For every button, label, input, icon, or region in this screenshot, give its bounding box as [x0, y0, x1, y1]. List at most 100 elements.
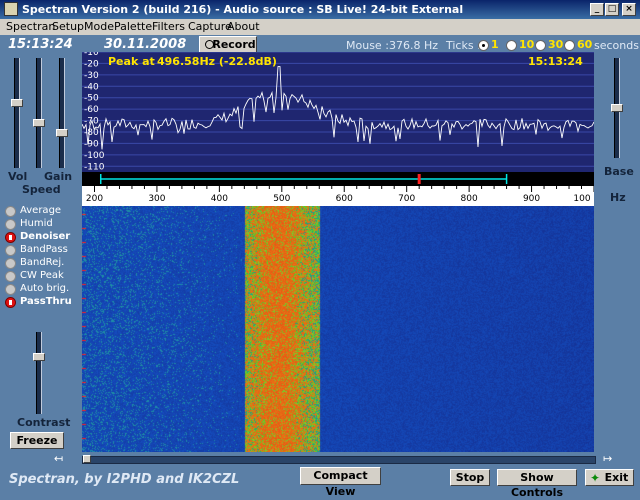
app-icon[interactable]: [4, 2, 18, 16]
mouse-label: Mouse :: [346, 39, 389, 52]
db-tick-label: -90: [84, 139, 99, 149]
ticks-radio-60[interactable]: [564, 40, 575, 51]
spectrum-plot: -10-20-30-40-50-60-70-80-90-100-110: [82, 52, 594, 172]
base-label: Base: [604, 165, 634, 178]
menu-mode[interactable]: Mode: [84, 20, 114, 33]
filter-item[interactable]: Humid: [5, 218, 77, 230]
freq-tick-label: 100: [573, 194, 590, 204]
freq-tick-label: 400: [211, 194, 228, 204]
filter-item[interactable]: BandRej.: [5, 257, 77, 269]
scroll-right-icon[interactable]: ↦: [603, 453, 615, 464]
hz-label: Hz: [610, 191, 626, 204]
vol-label: Vol: [8, 170, 28, 183]
menu-bar: Spectran Setup Mode Palette Filters Capt…: [0, 19, 640, 35]
frequency-ruler-scale: 200 300 400 500 600 700 800 900 100: [86, 186, 594, 204]
title-bar: Spectran Version 2 (build 216) - Audio s…: [0, 0, 640, 19]
compact-view-button[interactable]: Compact View: [300, 467, 381, 498]
maximize-button[interactable]: □: [605, 3, 619, 16]
exit-label: Exit: [604, 471, 629, 484]
filter-toggle-icon[interactable]: [5, 206, 16, 217]
filter-toggle-icon[interactable]: [5, 271, 16, 282]
filter-label: Denoiser: [20, 231, 71, 242]
frequency-ruler: 200 300 400 500 600 700 800 900 100: [82, 186, 594, 206]
filter-band-bar[interactable]: [82, 172, 594, 186]
clock-time: 15:13:24: [8, 37, 73, 52]
credit-text: Spectran, by I2PHD and IK2CZL: [9, 472, 240, 487]
record-label: Record: [212, 38, 256, 51]
freq-tick-label: 500: [273, 194, 290, 204]
filter-item[interactable]: Average: [5, 205, 77, 217]
base-slider-thumb[interactable]: [611, 104, 623, 112]
filter-toggle-icon[interactable]: [5, 258, 16, 269]
ticks-radio-10[interactable]: [506, 40, 517, 51]
ticks-option-30: 30: [548, 38, 564, 51]
menu-spectran[interactable]: Spectran: [6, 20, 55, 33]
filter-label: BandPass: [20, 244, 68, 255]
db-tick-label: -110: [84, 162, 105, 172]
filter-label: Humid: [20, 218, 53, 229]
vol-slider-thumb[interactable]: [11, 98, 23, 107]
menu-capture[interactable]: Capture: [188, 20, 232, 33]
ticks-option-1: 1: [491, 38, 499, 51]
speed-label: Speed: [22, 183, 61, 196]
peak-value: 496.58Hz (-22.8dB): [157, 55, 277, 68]
gain-slider-thumb[interactable]: [33, 119, 45, 128]
db-tick-label: -100: [84, 151, 105, 161]
db-tick-label: -60: [84, 105, 99, 115]
gain-slider-track[interactable]: [36, 58, 42, 168]
menu-palette[interactable]: Palette: [114, 20, 152, 33]
filter-toggle-icon[interactable]: [5, 297, 16, 308]
contrast-slider-thumb[interactable]: [33, 352, 45, 361]
peak-label: Peak at: [108, 55, 155, 68]
show-controls-button[interactable]: Show Controls: [497, 469, 577, 499]
close-button[interactable]: ×: [622, 3, 636, 16]
waterfall-canvas: [82, 206, 594, 452]
ticks-option-10: 10: [519, 38, 535, 51]
filter-item[interactable]: Denoiser: [5, 231, 77, 243]
filter-band-plot: [99, 174, 508, 184]
filter-item[interactable]: CW Peak: [5, 270, 77, 282]
freq-tick-label: 700: [398, 194, 415, 204]
freq-tick-label: 600: [336, 194, 353, 204]
record-icon: [205, 40, 214, 49]
filter-toggle-icon[interactable]: [5, 245, 16, 256]
filter-toggle-icon[interactable]: [5, 219, 16, 230]
filter-item[interactable]: PassThru: [5, 296, 77, 308]
filter-toggle-icon[interactable]: [5, 232, 16, 243]
gain-label: Gain: [44, 170, 73, 183]
exit-button[interactable]: ✦ Exit: [585, 469, 634, 486]
stop-button[interactable]: Stop: [450, 469, 490, 486]
speed-slider-track[interactable]: [59, 58, 65, 168]
minimize-button[interactable]: _: [590, 3, 604, 16]
db-tick-label: -50: [84, 94, 99, 104]
speed-slider-thumb[interactable]: [56, 129, 68, 138]
filter-item[interactable]: BandPass: [5, 244, 77, 256]
contrast-slider-track[interactable]: [36, 332, 42, 414]
menu-setup[interactable]: Setup: [52, 20, 84, 33]
menu-filters[interactable]: Filters: [152, 20, 185, 33]
ticks-radio-1[interactable]: [478, 40, 489, 51]
filter-item[interactable]: Auto brig.: [5, 283, 77, 295]
freq-tick-label: 800: [461, 194, 478, 204]
scrollbar-thumb[interactable]: [83, 455, 91, 463]
exit-runner-icon: ✦: [590, 471, 601, 485]
ticks-radio-30[interactable]: [535, 40, 546, 51]
scroll-left-icon[interactable]: ↤: [54, 453, 66, 464]
mouse-value: 376.8 Hz: [389, 39, 439, 52]
filter-toggle-icon[interactable]: [5, 284, 16, 295]
freeze-button[interactable]: Freeze: [10, 432, 64, 449]
ticks-label: Ticks :: [446, 39, 481, 52]
filter-label: CW Peak: [20, 270, 64, 281]
db-tick-label: -20: [84, 59, 99, 69]
menu-about[interactable]: About: [227, 20, 260, 33]
waterfall-scrollbar[interactable]: [82, 455, 596, 464]
db-tick-label: -30: [84, 71, 99, 81]
db-tick-label: -40: [84, 82, 99, 92]
record-button[interactable]: Record: [199, 36, 257, 53]
vol-slider-track[interactable]: [14, 58, 20, 168]
filter-list: Average Humid Denoiser BandPass BandRej. CW P…: [5, 205, 77, 309]
contrast-label: Contrast: [17, 416, 71, 429]
spectrum-display[interactable]: -10 -20 -30 -40 -50 -60 -70 -80 -90 -100 -110 Peak…: [82, 52, 594, 172]
freq-tick-label: 300: [148, 194, 165, 204]
waterfall-display[interactable]: [82, 206, 594, 452]
